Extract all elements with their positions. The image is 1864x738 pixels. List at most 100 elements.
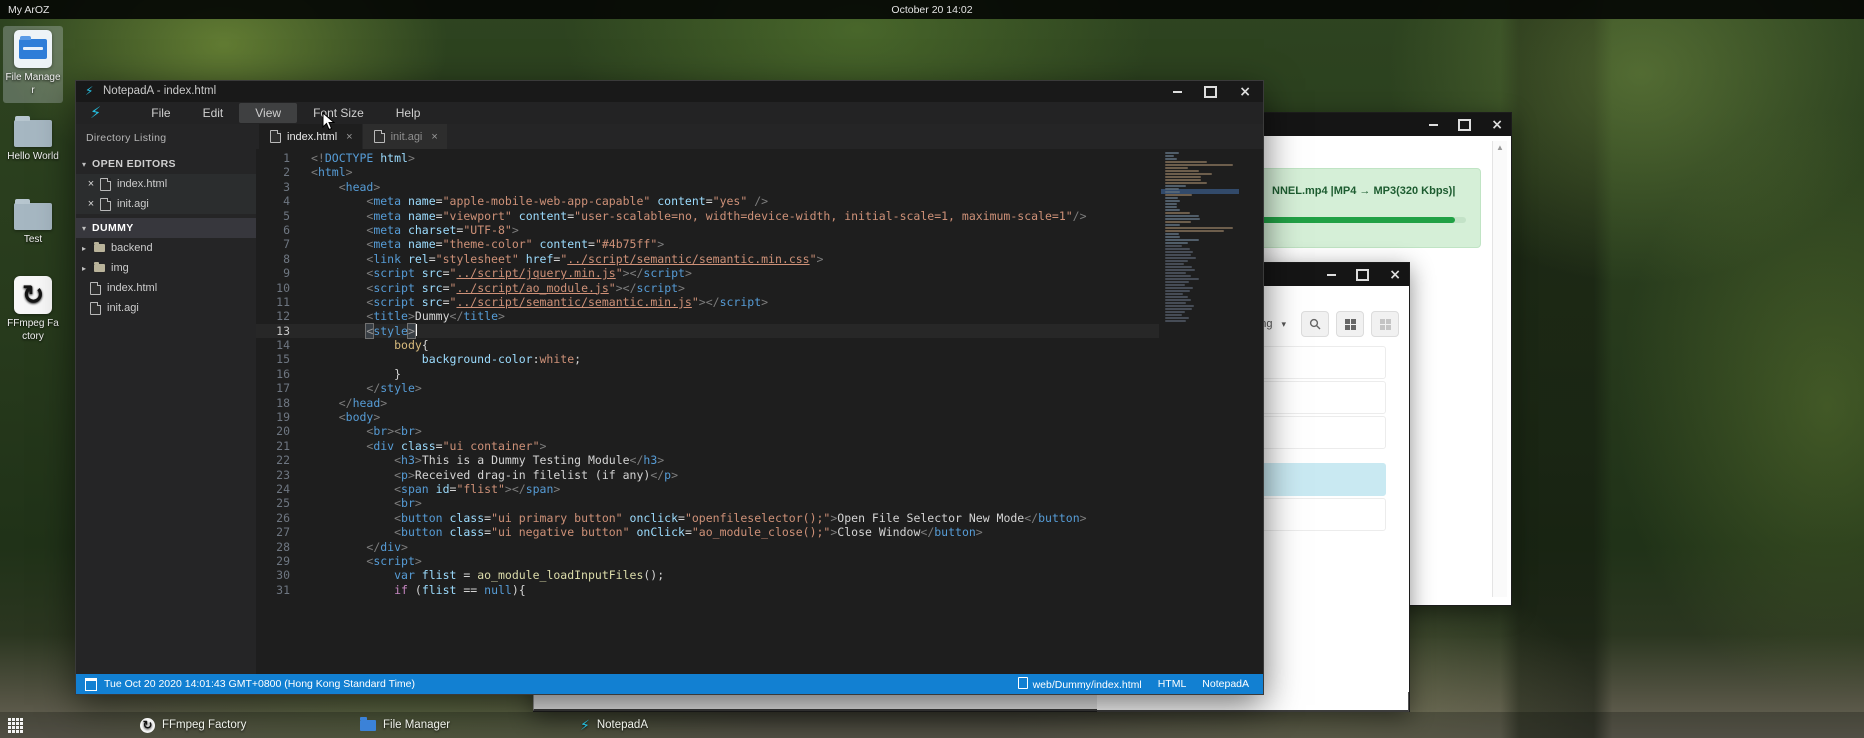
maximize-icon[interactable] [1356,269,1369,281]
tab-index-html[interactable]: index.html × [259,124,362,149]
line-number: 27 [256,525,290,539]
launcher-grid-icon[interactable] [8,718,23,733]
tree-item-file[interactable]: init.agi [76,298,256,318]
line-number: 30 [256,568,290,582]
menu-view[interactable]: View [239,103,297,123]
code-line[interactable]: 28 </div> [256,540,1159,554]
code-line[interactable]: 23 <p>Received drag-in filelist (if any)… [256,468,1159,482]
window-title-bar[interactable]: ⚡ NotepadA - index.html × [76,81,1263,102]
minimap-line [1165,155,1174,157]
tree-item-folder[interactable]: ▸ backend [76,238,256,258]
minimap-line [1165,299,1191,301]
minimize-icon[interactable] [1173,91,1182,93]
menu-file[interactable]: File [135,103,186,123]
desktop-icon-test[interactable]: Test [3,203,63,247]
section-open-editors[interactable]: ▾ OPEN EDITORS [76,154,256,174]
tree-item-file[interactable]: index.html [76,278,256,298]
code-line[interactable]: 31 if (flist == null){ [256,583,1159,597]
code-line[interactable]: 18 </head> [256,396,1159,410]
maximize-icon[interactable] [1204,86,1217,98]
list-view-button[interactable] [1371,311,1399,337]
code-line[interactable]: 7 <meta name="theme-color" content="#4b7… [256,237,1159,251]
taskbar-item-ffmpeg-factory[interactable]: ↻ FFmpeg Factory [140,712,246,738]
menu-help[interactable]: Help [380,103,437,123]
desktop-icon-ffmpeg-factory[interactable]: ↻ FFmpeg Factory [3,276,63,343]
code-line[interactable]: 16 } [256,367,1159,381]
open-editor-item[interactable]: × index.html [76,174,256,194]
code-line[interactable]: 29 <script> [256,554,1159,568]
code-line[interactable]: 17 </style> [256,381,1159,395]
notepada-window[interactable]: ⚡ NotepadA - index.html × ⚡ File Edit Vi… [75,80,1264,695]
code-line[interactable]: 22 <h3>This is a Dummy Testing Module</h… [256,453,1159,467]
code-line[interactable]: 1<!DOCTYPE html> [256,151,1159,165]
line-number: 24 [256,482,290,496]
scrollbar[interactable]: ▲ [1492,141,1507,597]
chevron-down-icon[interactable]: ▾ [1281,319,1286,330]
status-language[interactable]: HTML [1158,678,1187,690]
file-icon [374,130,385,143]
code-line[interactable]: 30 var flist = ao_module_loadInputFiles(… [256,568,1159,582]
code-line[interactable]: 14 body{ [256,338,1159,352]
desktop-icon-label: Hello World [7,151,59,164]
code-line[interactable]: 9 <script src="../script/jquery.min.js">… [256,266,1159,280]
code-line[interactable]: 20 <br><br> [256,424,1159,438]
line-number: 8 [256,252,290,266]
close-icon[interactable]: × [431,131,437,143]
code-line[interactable]: 11 <script src="../script/semantic/seman… [256,295,1159,309]
minimize-icon[interactable] [1429,124,1438,126]
code-line[interactable]: 24 <span id="flist"></span> [256,482,1159,496]
code-line[interactable]: 13 <style> [256,324,1159,338]
code-line[interactable]: 21 <div class="ui container"> [256,439,1159,453]
recycle-icon: ↻ [14,276,52,314]
minimap-line [1165,161,1207,163]
taskbar-item-file-manager[interactable]: File Manager [360,712,450,738]
minimize-icon[interactable] [1327,274,1336,276]
scroll-up-icon[interactable]: ▲ [1493,143,1507,152]
chevron-right-icon: ▸ [82,244,92,253]
maximize-icon[interactable] [1458,119,1471,131]
close-icon[interactable]: × [1239,85,1251,99]
minimap-line [1165,281,1189,283]
desktop-icon-hello-world[interactable]: Hello World [3,120,63,164]
tree-item-folder[interactable]: ▸ img [76,258,256,278]
window-title: NotepadA - index.html [103,85,216,97]
line-number: 5 [256,209,290,223]
close-icon[interactable]: × [84,198,98,210]
desktop-icon-file-manager[interactable]: File Manager [3,26,63,103]
folder-icon [14,203,52,230]
code-line[interactable]: 2<html> [256,165,1159,179]
taskbar-item-notepada[interactable]: ⚡ NotepadA [580,712,648,738]
code-line[interactable]: 26 <button class="ui primary button" onc… [256,511,1159,525]
code-line[interactable]: 5 <meta name="viewport" content="user-sc… [256,209,1159,223]
minimap[interactable] [1161,152,1239,348]
code-line[interactable]: 12 <title>Dummy</title> [256,309,1159,323]
file-manager-window-edge[interactable] [1097,692,1409,712]
code-line[interactable]: 25 <br> [256,496,1159,510]
code-lines[interactable]: 1<!DOCTYPE html>2<html>3 <head>4 <meta n… [256,151,1159,597]
code-line[interactable]: 15 background-color:white; [256,352,1159,366]
list-view-icon [1380,319,1391,330]
code-line[interactable]: 8 <link rel="stylesheet" href="../script… [256,252,1159,266]
minimap-line [1165,308,1192,310]
code-line[interactable]: 10 <script src="../script/ao_module.js">… [256,281,1159,295]
tab-init-agi[interactable]: init.agi × [363,124,447,149]
grid-view-button[interactable] [1336,311,1364,337]
close-icon[interactable]: × [84,178,98,190]
search-button[interactable] [1301,311,1329,337]
code-line[interactable]: 27 <button class="ui negative button" on… [256,525,1159,539]
text-cursor [416,324,418,336]
close-icon[interactable]: × [1491,118,1503,132]
menu-font-size[interactable]: Font Size [297,103,380,123]
close-icon[interactable]: × [346,131,352,143]
menu-edit[interactable]: Edit [187,103,240,123]
open-editor-item[interactable]: × init.agi [76,194,256,214]
clock: October 20 14:02 [0,4,1864,16]
code-line[interactable]: 4 <meta name="apple-mobile-web-app-capab… [256,194,1159,208]
code-editor[interactable]: 1<!DOCTYPE html>2<html>3 <head>4 <meta n… [256,149,1263,674]
section-project-dummy[interactable]: ▾ DUMMY [76,218,256,238]
code-line[interactable]: 6 <meta charset="UTF-8"> [256,223,1159,237]
code-line[interactable]: 19 <body> [256,410,1159,424]
code-line[interactable]: 3 <head> [256,180,1159,194]
minimap-line [1165,263,1184,265]
close-icon[interactable]: × [1389,268,1401,282]
